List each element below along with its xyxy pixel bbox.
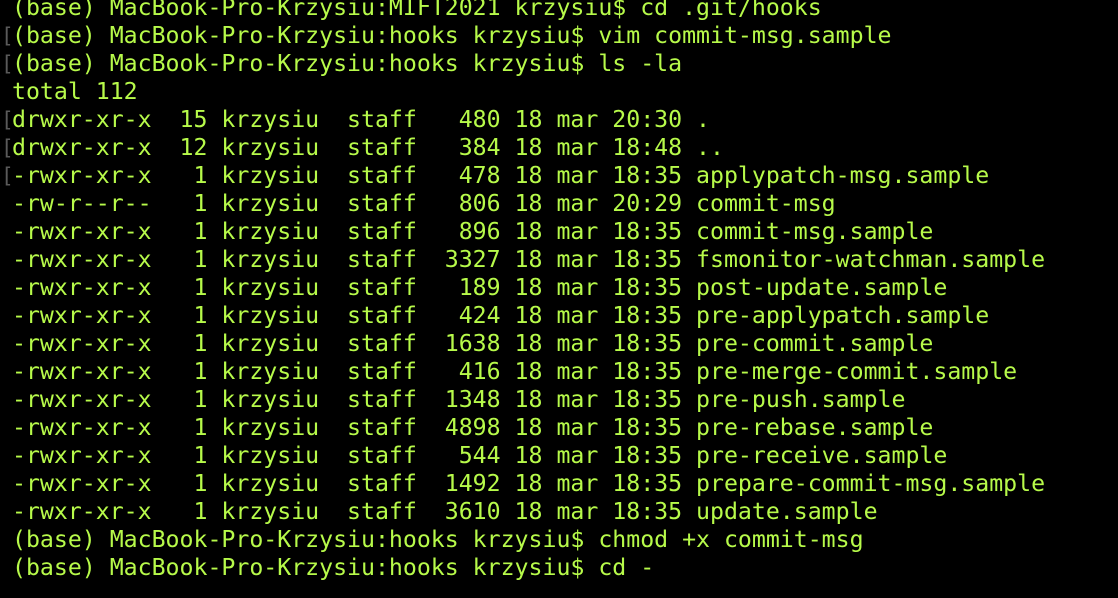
terminal-line: -rwxr-xr-x 1 krzysiu staff 1348 18 mar 1…	[12, 386, 1045, 414]
line-text: -rwxr-xr-x 1 krzysiu staff 1492 18 mar 1…	[12, 470, 1046, 497]
terminal-line: -rwxr-xr-x 1 krzysiu staff 416 18 mar 18…	[12, 358, 1045, 386]
line-text: total 112	[12, 78, 138, 105]
line-text: -rw-r--r-- 1 krzysiu staff 806 18 mar 20…	[12, 190, 836, 217]
terminal-line: (base) MacBook-Pro-Krzysiu:hooks krzysiu…	[12, 554, 1045, 582]
gutter-mark: [	[1, 52, 14, 76]
terminal-line: [-rwxr-xr-x 1 krzysiu staff 478 18 mar 1…	[1, 162, 1045, 190]
gutter-mark: [	[1, 136, 14, 160]
line-text: -rwxr-xr-x 1 krzysiu staff 3610 18 mar 1…	[12, 498, 878, 525]
terminal-line: [(base) MacBook-Pro-Krzysiu:hooks krzysi…	[1, 22, 1045, 50]
gutter-mark	[1, 554, 11, 582]
line-text: -rwxr-xr-x 1 krzysiu staff 478 18 mar 18…	[12, 162, 990, 189]
gutter-mark	[1, 190, 11, 218]
line-text: (base) MacBook-Pro-Krzysiu:hooks krzysiu…	[12, 526, 864, 553]
line-text: -rwxr-xr-x 1 krzysiu staff 189 18 mar 18…	[12, 274, 948, 301]
line-text: -rwxr-xr-x 1 krzysiu staff 424 18 mar 18…	[12, 302, 990, 329]
terminal-line: -rwxr-xr-x 1 krzysiu staff 189 18 mar 18…	[12, 274, 1045, 302]
terminal-line: -rwxr-xr-x 1 krzysiu staff 544 18 mar 18…	[12, 442, 1045, 470]
line-text: -rwxr-xr-x 1 krzysiu staff 544 18 mar 18…	[12, 442, 948, 469]
line-text: -rwxr-xr-x 1 krzysiu staff 896 18 mar 18…	[12, 218, 934, 245]
terminal-line: -rwxr-xr-x 1 krzysiu staff 424 18 mar 18…	[12, 302, 1045, 330]
gutter-mark	[1, 330, 11, 358]
line-text: drwxr-xr-x 15 krzysiu staff 480 18 mar 2…	[12, 106, 711, 133]
line-text: -rwxr-xr-x 1 krzysiu staff 1348 18 mar 1…	[12, 386, 906, 413]
gutter-mark	[1, 0, 11, 22]
terminal-line: -rwxr-xr-x 1 krzysiu staff 4898 18 mar 1…	[12, 414, 1045, 442]
terminal-line: (base) MacBook-Pro-Krzysiu:MIFT2021 krzy…	[12, 0, 1045, 22]
gutter-mark	[1, 414, 11, 442]
terminal-line: -rwxr-xr-x 1 krzysiu staff 3327 18 mar 1…	[12, 246, 1045, 274]
line-text: (base) MacBook-Pro-Krzysiu:hooks krzysiu…	[12, 22, 892, 49]
terminal-line: [drwxr-xr-x 15 krzysiu staff 480 18 mar …	[1, 106, 1045, 134]
terminal-line: total 112	[12, 78, 1045, 106]
gutter-mark	[1, 274, 11, 302]
gutter-mark: [	[1, 164, 14, 188]
line-text: -rwxr-xr-x 1 krzysiu staff 3327 18 mar 1…	[12, 246, 1046, 273]
gutter-mark	[1, 78, 11, 106]
terminal-line: [(base) MacBook-Pro-Krzysiu:hooks krzysi…	[1, 50, 1045, 78]
gutter-mark	[1, 470, 11, 498]
line-text: (base) MacBook-Pro-Krzysiu:hooks krzysiu…	[12, 50, 683, 77]
terminal-line: (base) MacBook-Pro-Krzysiu:hooks krzysiu…	[12, 526, 1045, 554]
terminal-line: -rwxr-xr-x 1 krzysiu staff 1492 18 mar 1…	[12, 470, 1045, 498]
terminal-line: [drwxr-xr-x 12 krzysiu staff 384 18 mar …	[1, 134, 1045, 162]
line-text: -rwxr-xr-x 1 krzysiu staff 1638 18 mar 1…	[12, 330, 934, 357]
terminal-window[interactable]: (base) MacBook-Pro-Krzysiu:MIFT2021 krzy…	[0, 0, 1118, 598]
gutter-mark	[1, 218, 11, 246]
line-text: (base) MacBook-Pro-Krzysiu:MIFT2021 krzy…	[12, 0, 822, 21]
gutter-mark	[1, 386, 11, 414]
gutter-mark: [	[1, 24, 14, 48]
terminal-line: -rw-r--r-- 1 krzysiu staff 806 18 mar 20…	[12, 190, 1045, 218]
gutter-mark: [	[1, 108, 14, 132]
terminal-line: -rwxr-xr-x 1 krzysiu staff 3610 18 mar 1…	[12, 498, 1045, 526]
gutter-mark	[1, 302, 11, 330]
line-text: drwxr-xr-x 12 krzysiu staff 384 18 mar 1…	[12, 134, 724, 161]
gutter-mark	[1, 498, 11, 526]
gutter-mark	[1, 246, 11, 274]
line-text: -rwxr-xr-x 1 krzysiu staff 4898 18 mar 1…	[12, 414, 934, 441]
terminal-line: -rwxr-xr-x 1 krzysiu staff 896 18 mar 18…	[12, 218, 1045, 246]
line-text: (base) MacBook-Pro-Krzysiu:hooks krzysiu…	[12, 554, 655, 581]
gutter-mark	[1, 358, 11, 386]
terminal-line: -rwxr-xr-x 1 krzysiu staff 1638 18 mar 1…	[12, 330, 1045, 358]
gutter-mark	[1, 526, 11, 554]
terminal-output: (base) MacBook-Pro-Krzysiu:MIFT2021 krzy…	[1, 0, 1045, 582]
gutter-mark	[1, 442, 11, 470]
line-text: -rwxr-xr-x 1 krzysiu staff 416 18 mar 18…	[12, 358, 1018, 385]
